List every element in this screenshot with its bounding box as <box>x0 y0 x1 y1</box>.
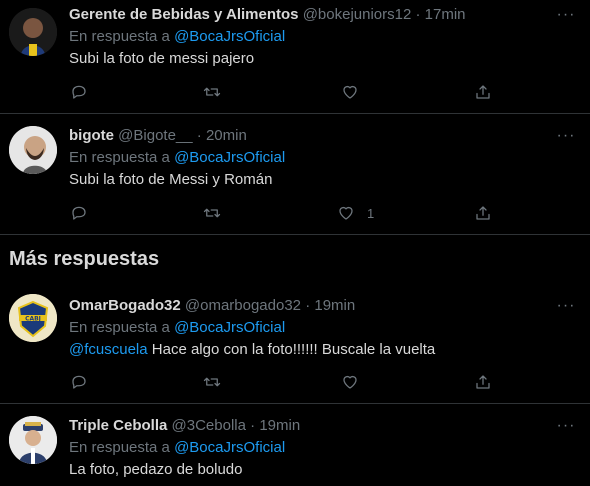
separator: · <box>196 127 202 144</box>
text-body: Hace algo con la foto!!!!!! Buscale la v… <box>147 341 436 358</box>
timestamp[interactable]: 19min <box>314 297 355 314</box>
reply-prefix: En respuesta a <box>69 319 170 336</box>
more-icon[interactable]: ··· <box>556 298 576 321</box>
reply-mention[interactable]: @BocaJrsOficial <box>174 439 285 456</box>
heart-icon <box>343 85 357 99</box>
reply-icon <box>72 85 86 99</box>
retweet-icon <box>203 377 221 387</box>
reply-context: En respuesta a @BocaJrsOficial <box>69 27 550 47</box>
reply-prefix: En respuesta a <box>69 149 170 166</box>
share-button[interactable] <box>474 82 492 102</box>
tweet[interactable]: Triple Cebolla @3Cebolla · 19min En resp… <box>0 404 590 486</box>
reply-mention[interactable]: @BocaJrsOficial <box>174 28 285 45</box>
like-button[interactable]: 1 <box>337 203 374 223</box>
svg-text:CABJ: CABJ <box>25 316 41 323</box>
separator: · <box>415 6 421 23</box>
tweet-text: @fcuscuela Hace algo con la foto!!!!!! B… <box>69 340 550 360</box>
share-icon <box>476 206 490 220</box>
tweet-header: Gerente de Bebidas y Alimentos @bokejuni… <box>69 5 550 25</box>
avatar[interactable]: CABJ <box>9 294 57 342</box>
reply-context: En respuesta a @BocaJrsOficial <box>69 148 550 168</box>
separator: · <box>305 297 311 314</box>
share-button[interactable] <box>474 203 492 223</box>
tweet[interactable]: bigote @Bigote__ · 20min En respuesta a … <box>0 114 590 235</box>
author-handle[interactable]: @Bigote__ <box>118 127 192 144</box>
retweet-button[interactable] <box>203 203 221 223</box>
author-handle[interactable]: @bokejuniors12 <box>303 6 412 23</box>
tweet[interactable]: CABJ OmarBogado32 @omarbogado32 · 19min … <box>0 282 590 404</box>
heart-icon <box>339 206 353 220</box>
reply-mention[interactable]: @BocaJrsOficial <box>174 149 285 166</box>
author-name[interactable]: Triple Cebolla <box>69 417 167 434</box>
tweet-header: OmarBogado32 @omarbogado32 · 19min <box>69 296 550 316</box>
tweet-header: Triple Cebolla @3Cebolla · 19min <box>69 416 550 436</box>
timestamp[interactable]: 20min <box>206 127 247 144</box>
reply-icon <box>72 375 86 389</box>
like-button[interactable] <box>341 82 359 102</box>
author-handle[interactable]: @omarbogado32 <box>185 297 301 314</box>
heart-icon <box>343 375 357 389</box>
more-icon[interactable]: ··· <box>556 418 576 441</box>
reply-context: En respuesta a @BocaJrsOficial <box>69 438 550 458</box>
like-button[interactable] <box>341 372 359 392</box>
tweet-text: Subi la foto de Messi y Román <box>69 171 273 188</box>
separator: · <box>250 417 256 434</box>
retweet-button[interactable] <box>203 372 221 392</box>
reply-prefix: En respuesta a <box>69 28 170 45</box>
text-mention[interactable]: @fcuscuela <box>69 341 148 358</box>
more-icon[interactable]: ··· <box>556 7 576 30</box>
tweet-header: bigote @Bigote__ · 20min <box>69 126 550 146</box>
share-icon <box>476 375 490 389</box>
tweet-actions <box>69 372 499 392</box>
tweet-text: La foto, pedazo de boludo <box>69 461 243 478</box>
share-button[interactable] <box>474 372 492 392</box>
author-handle[interactable]: @3Cebolla <box>172 417 246 434</box>
avatar[interactable] <box>9 126 57 174</box>
author-name[interactable]: Gerente de Bebidas y Alimentos <box>69 6 299 23</box>
section-title: Más respuestas <box>9 248 160 270</box>
retweet-icon <box>203 87 221 97</box>
reply-mention[interactable]: @BocaJrsOficial <box>174 319 285 336</box>
reply-icon <box>72 206 86 220</box>
more-icon[interactable]: ··· <box>556 128 576 151</box>
timestamp[interactable]: 19min <box>259 417 300 434</box>
retweet-button[interactable] <box>203 82 221 102</box>
tweet-text: Subi la foto de messi pajero <box>69 50 255 67</box>
reply-prefix: En respuesta a <box>69 439 170 456</box>
timestamp[interactable]: 17min <box>425 6 466 23</box>
reply-button[interactable] <box>70 203 88 223</box>
author-name[interactable]: bigote <box>69 127 114 144</box>
avatar[interactable] <box>9 416 57 464</box>
avatar[interactable] <box>9 8 57 56</box>
reply-context: En respuesta a @BocaJrsOficial <box>69 318 550 338</box>
reply-button[interactable] <box>70 82 88 102</box>
like-count: 1 <box>367 205 375 221</box>
tweet[interactable]: Gerente de Bebidas y Alimentos @bokejuni… <box>0 0 590 114</box>
tweet-actions <box>69 82 499 102</box>
share-icon <box>476 85 490 99</box>
tweet-actions: 1 <box>69 203 499 223</box>
retweet-icon <box>203 208 221 218</box>
author-name[interactable]: OmarBogado32 <box>69 297 181 314</box>
reply-button[interactable] <box>70 372 88 392</box>
